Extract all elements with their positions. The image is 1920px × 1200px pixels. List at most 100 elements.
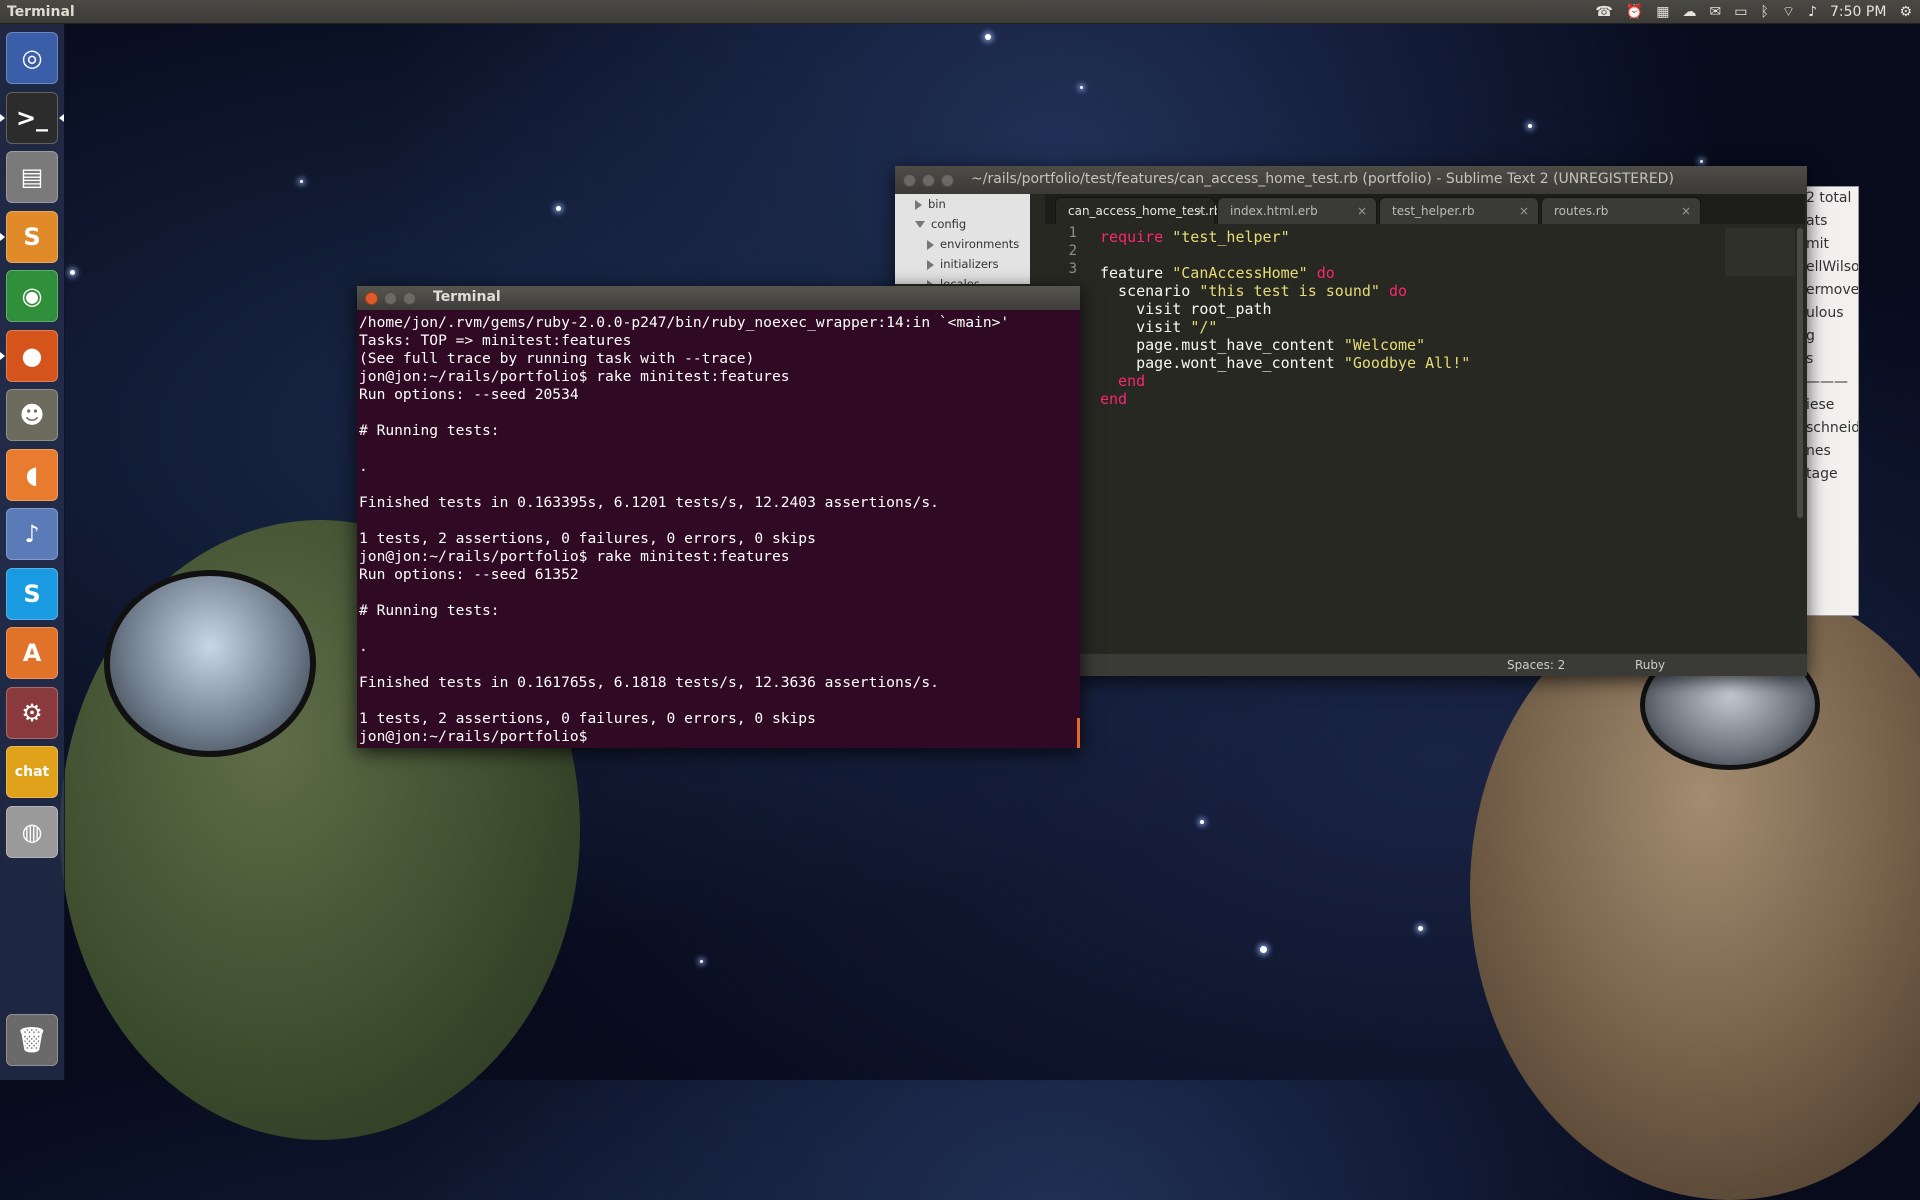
- sidebar-item-label: initializers: [940, 257, 999, 271]
- wifi-icon[interactable]: ⌔: [1782, 3, 1795, 21]
- minimize-button[interactable]: [922, 173, 935, 187]
- wallpaper-star: [985, 34, 991, 40]
- skype-icon[interactable]: S: [6, 567, 58, 620]
- background-window-text: g: [1806, 328, 1815, 344]
- terminal-line: # Running tests:: [359, 602, 500, 619]
- top-panel: Terminal ☎ ⏰ ▦ ☁ ✉ ▭ ᛒ ⌔ ♪ 7:50 PM ⚙: [0, 0, 1920, 24]
- close-tab-icon[interactable]: ×: [1681, 198, 1691, 225]
- string-literal: "CanAccessHome": [1172, 264, 1308, 282]
- terminal-titlebar[interactable]: Terminal: [357, 286, 1080, 310]
- background-window[interactable]: 2 total ats mit ellWilso ermove ulous g s ——— ies…: [1806, 186, 1859, 616]
- minimize-button[interactable]: [384, 291, 397, 305]
- chrome-icon[interactable]: ◉: [6, 270, 58, 322]
- indentation-setting[interactable]: Spaces: 2: [1507, 658, 1565, 672]
- terminal-line: # Running tests:: [359, 422, 500, 439]
- string-literal: "/": [1190, 318, 1218, 336]
- sidebar-item-label: environments: [940, 237, 1020, 251]
- volume-icon[interactable]: ♪: [1808, 4, 1817, 20]
- collapsed-arrow-icon[interactable]: [927, 239, 934, 250]
- background-window-text: ats: [1806, 213, 1828, 229]
- terminal-icon[interactable]: >_: [6, 91, 58, 144]
- maximize-button[interactable]: [403, 291, 416, 305]
- background-window-text: 2 total: [1806, 190, 1852, 206]
- code-line: page.must_have_content "Welcome": [1100, 336, 1470, 354]
- terminal-line: .: [359, 638, 368, 655]
- editor-tab[interactable]: index.html.erb ×: [1217, 197, 1377, 224]
- sidebar-item[interactable]: initializers: [895, 254, 1030, 274]
- terminal-window[interactable]: Terminal /home/jon/.rvm/gems/ruby-2.0.0-…: [357, 286, 1080, 748]
- scrollbar[interactable]: [1797, 228, 1803, 518]
- collapsed-arrow-icon[interactable]: [927, 279, 934, 284]
- sidebar-item[interactable]: environments: [895, 234, 1030, 254]
- editor-tab[interactable]: can_access_home_test.rb ×: [1055, 197, 1221, 225]
- close-tab-icon[interactable]: ×: [1357, 198, 1367, 225]
- trash-icon[interactable]: 🗑: [6, 1014, 58, 1066]
- minimap[interactable]: [1725, 228, 1795, 276]
- code-line: end: [1100, 390, 1470, 408]
- alarm-icon[interactable]: ⏰: [1626, 4, 1643, 20]
- string-literal: "Welcome": [1343, 336, 1426, 354]
- terminal-line: .: [359, 458, 368, 475]
- tab-label: index.html.erb: [1230, 204, 1318, 218]
- running-indicator: [0, 351, 5, 360]
- code-text: visit root_path: [1100, 300, 1272, 318]
- close-tab-icon[interactable]: ×: [1519, 198, 1529, 225]
- line-number: 3: [1068, 261, 1077, 277]
- background-window-text: s: [1806, 351, 1814, 367]
- sidebar-item[interactable]: bin: [895, 194, 1030, 214]
- tab-label: test_helper.rb: [1392, 204, 1475, 218]
- mail-icon[interactable]: ✉: [1710, 4, 1722, 20]
- syntax-selector[interactable]: Ruby: [1635, 658, 1665, 672]
- string-literal: "this test is sound": [1199, 282, 1380, 300]
- terminal-line: jon@jon:~/rails/portfolio$ rake minitest…: [359, 548, 790, 565]
- software-center-icon[interactable]: A: [6, 627, 58, 679]
- terminal-line: Finished tests in 0.163395s, 6.1201 test…: [359, 494, 939, 511]
- sidebar-item-label: config: [931, 217, 967, 231]
- chat-icon[interactable]: chat: [6, 746, 58, 798]
- clock[interactable]: 7:50 PM: [1830, 4, 1886, 20]
- close-button[interactable]: [365, 291, 378, 305]
- code-editor[interactable]: require "test_helper" feature "CanAccess…: [1100, 228, 1470, 408]
- ubuntu-dash-icon[interactable]: ◎: [6, 32, 58, 84]
- hdd-icon[interactable]: ◍: [6, 805, 58, 858]
- sidebar-item[interactable]: locales: [895, 274, 1030, 284]
- mango-icon[interactable]: ◖: [6, 448, 58, 501]
- sublime-text-icon[interactable]: S: [6, 210, 58, 263]
- phone-icon[interactable]: ☎: [1595, 4, 1612, 20]
- project-sidebar[interactable]: bin config environments initializers locales: [895, 194, 1030, 284]
- terminal-line: Tasks: TOP => minitest:features: [359, 332, 632, 349]
- expanded-arrow-icon[interactable]: [915, 221, 925, 228]
- string-literal: "Goodbye All!": [1343, 354, 1471, 372]
- code-text: scenario: [1100, 282, 1200, 300]
- keyboard-icon[interactable]: ▦: [1656, 4, 1669, 20]
- sidebar-item[interactable]: config: [895, 214, 1030, 234]
- rhythmbox-icon[interactable]: ♪: [6, 508, 58, 560]
- maximize-button[interactable]: [941, 173, 954, 187]
- background-window-text: schneid: [1806, 420, 1859, 436]
- background-window-text: ellWilso: [1806, 259, 1859, 275]
- gear-icon[interactable]: ⚙: [1899, 4, 1912, 20]
- editor-tab[interactable]: test_helper.rb ×: [1379, 197, 1539, 224]
- close-tab-icon[interactable]: ×: [1195, 198, 1205, 225]
- indicator-area: ☎ ⏰ ▦ ☁ ✉ ▭ ᛒ ⌔ ♪ 7:50 PM ⚙: [1595, 3, 1920, 21]
- firefox-icon[interactable]: ●: [6, 329, 58, 382]
- sublime-titlebar[interactable]: ~/rails/portfolio/test/features/can_acce…: [895, 166, 1807, 194]
- terminal-output[interactable]: /home/jon/.rvm/gems/ruby-2.0.0-p247/bin/…: [359, 314, 1074, 746]
- system-settings-icon[interactable]: ⚙: [6, 686, 58, 739]
- keyword: do: [1307, 264, 1335, 282]
- editor-tab[interactable]: routes.rb ×: [1541, 197, 1701, 224]
- cloud-icon[interactable]: ☁: [1683, 4, 1697, 20]
- battery-icon[interactable]: ▭: [1734, 4, 1747, 20]
- scroll-indicator: [1077, 718, 1080, 748]
- collapsed-arrow-icon[interactable]: [915, 199, 922, 210]
- file-manager-icon[interactable]: ▤: [6, 151, 58, 203]
- close-button[interactable]: [903, 173, 916, 187]
- collapsed-arrow-icon[interactable]: [927, 259, 934, 270]
- gimp-icon[interactable]: ☻: [6, 389, 58, 441]
- wallpaper-star: [556, 206, 561, 211]
- bluetooth-icon[interactable]: ᛒ: [1761, 4, 1769, 20]
- keyword: end: [1100, 390, 1128, 408]
- background-window-text: nes: [1806, 443, 1831, 459]
